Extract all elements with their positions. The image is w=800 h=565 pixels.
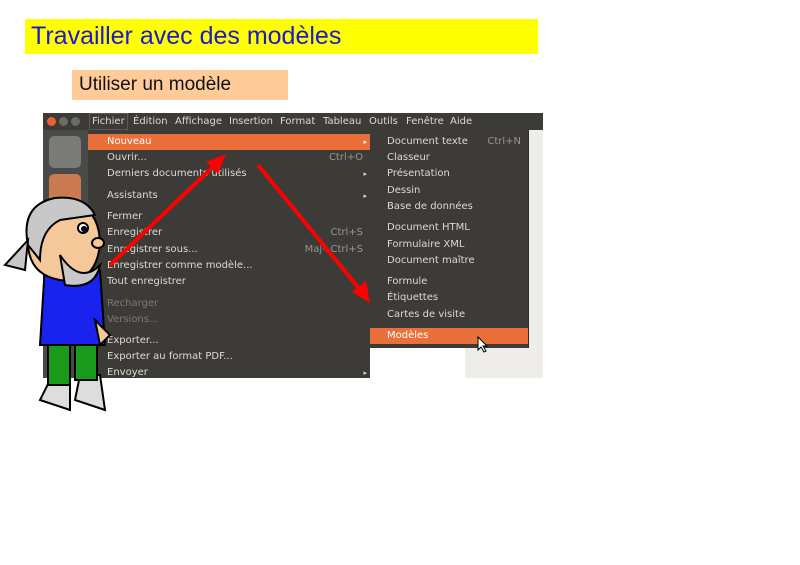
- cartoon-character: [3, 196, 112, 412]
- red-arrow: [256, 163, 370, 303]
- annotation-layer: [3, 154, 489, 412]
- red-arrow: [108, 154, 226, 267]
- mouse-cursor-icon: [477, 335, 489, 353]
